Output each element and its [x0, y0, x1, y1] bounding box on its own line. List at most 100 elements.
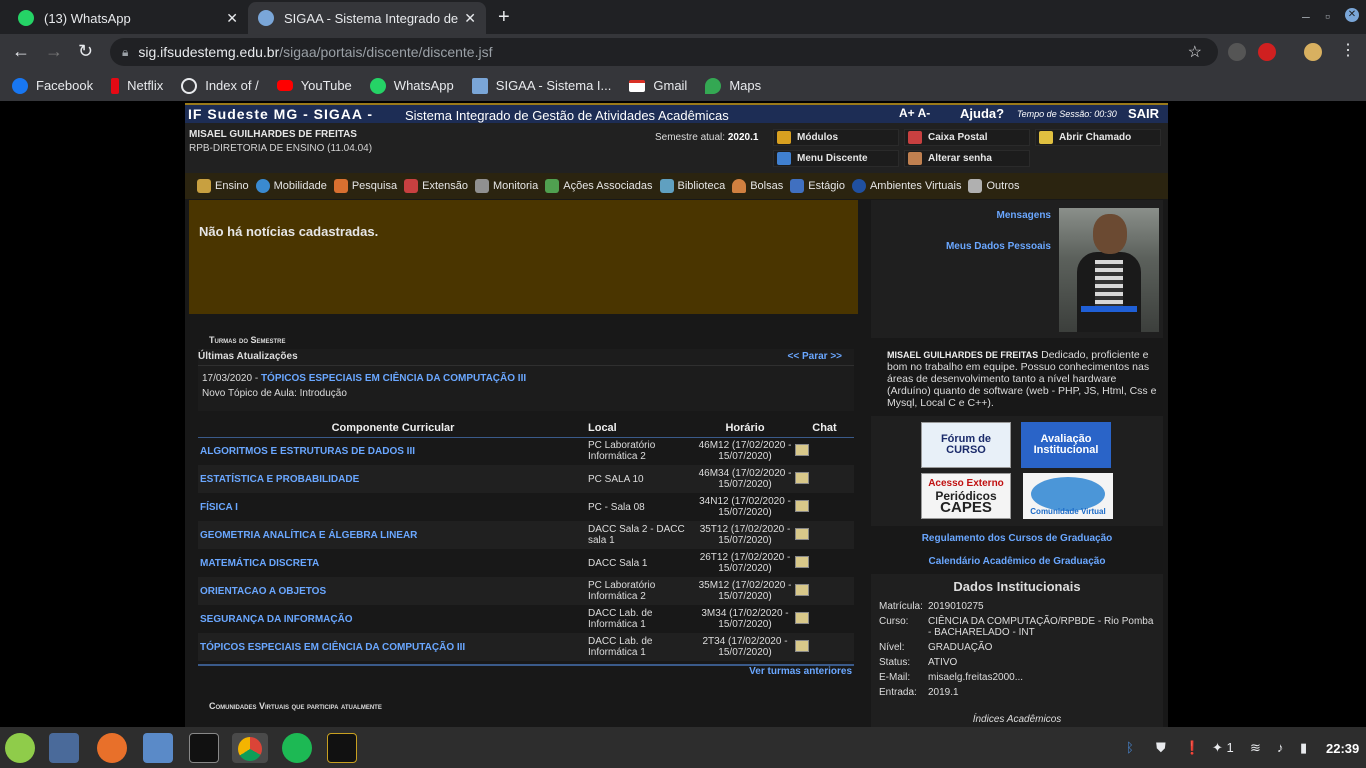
course-location: DACC Lab. de Informática 1 — [588, 608, 653, 630]
font-size-controls[interactable]: A+ A- — [899, 106, 930, 120]
new-tab-button[interactable]: + — [498, 6, 510, 29]
previous-classes-link[interactable]: Ver turmas anteriores — [749, 666, 852, 677]
bookmark-youtube[interactable]: YouTube — [276, 78, 352, 93]
menu-dots-icon[interactable]: ⋮ — [1340, 40, 1358, 59]
info-value: 2019010275 — [928, 601, 984, 612]
session-timer: Tempo de Sessão: 00:30 — [1017, 109, 1117, 119]
mint-menu-icon[interactable] — [5, 733, 35, 763]
files-icon[interactable] — [143, 733, 173, 763]
course-schedule: 35M12 (17/02/2020 - 15/07/2020) — [695, 577, 795, 605]
shield-icon[interactable]: ⛊ — [1156, 740, 1166, 756]
menu-estagio[interactable]: Estágio — [790, 179, 845, 193]
menu-bolsas[interactable]: Bolsas — [732, 179, 783, 193]
menu-label: Monitoria — [492, 180, 539, 192]
button-label: Menu Discente — [797, 153, 868, 164]
personal-data-link[interactable]: Meus Dados Pessoais — [946, 241, 1051, 252]
bookmark-gmail[interactable]: Gmail — [629, 78, 687, 93]
menu-pesquisa[interactable]: Pesquisa — [333, 179, 397, 193]
bookmark-sigaa[interactable]: SIGAA - Sistema I... — [471, 77, 611, 94]
tab-whatsapp[interactable]: (13) WhatsApp ✕ — [8, 2, 248, 34]
column-header: Horário — [695, 420, 795, 438]
course-link[interactable]: GEOMETRIA ANALÍTICA E ÁLGEBRA LINEAR — [198, 521, 588, 549]
bookmark-netflix[interactable]: Netflix — [111, 77, 163, 94]
menu-outros[interactable]: Outros — [968, 179, 1019, 193]
terminal-icon[interactable] — [189, 733, 219, 763]
bookmark-facebook[interactable]: Facebook — [12, 77, 93, 94]
menu-ambientes-virtuais[interactable]: Ambientes Virtuais — [851, 179, 961, 193]
info-value: CIÊNCIA DA COMPUTAÇÃO/RPBDE - Rio Pomba … — [928, 616, 1154, 638]
mailbox-button[interactable]: Caixa Postal — [904, 129, 1030, 146]
close-icon[interactable]: ✕ — [226, 10, 238, 27]
institutional-title: Dados Institucionais — [953, 579, 1081, 594]
course-forum-banner[interactable]: Fórum de CURSO — [921, 422, 1011, 468]
notifications-icon[interactable]: ✦ 1 — [1212, 740, 1234, 756]
bluetooth-icon[interactable]: ᛒ — [1126, 740, 1134, 755]
chat-icon[interactable] — [795, 639, 809, 652]
course-link[interactable]: FÍSICA I — [198, 493, 588, 521]
help-link[interactable]: Ajuda? — [960, 106, 1004, 121]
course-link[interactable]: ORIENTACAO A OBJETOS — [198, 577, 588, 605]
show-desktop-icon[interactable] — [49, 733, 79, 763]
chat-icon[interactable] — [795, 527, 809, 540]
banner-label: Fórum de CURSO — [940, 433, 992, 456]
regulations-link[interactable]: Regulamento dos Cursos de Graduação — [871, 533, 1163, 544]
course-link[interactable]: SEGURANÇA DA INFORMAÇÃO — [198, 605, 588, 633]
restore-icon[interactable]: ▫ — [1325, 8, 1330, 24]
bookmark-label: Index of / — [205, 78, 259, 93]
spotify-icon[interactable] — [282, 733, 312, 763]
institutional-evaluation-banner[interactable]: Avaliação Institucional — [1021, 422, 1111, 468]
menu-monitoria[interactable]: Monitoria — [474, 179, 539, 193]
chat-icon[interactable] — [795, 499, 809, 512]
system-monitor-icon[interactable] — [327, 733, 357, 763]
adblock-icon[interactable] — [1258, 43, 1276, 61]
modules-button[interactable]: Módulos — [773, 129, 899, 146]
chat-icon[interactable] — [795, 443, 809, 456]
chat-icon[interactable] — [795, 611, 809, 624]
bookmark-maps[interactable]: Maps — [705, 77, 761, 94]
menu-extensao[interactable]: Extensão — [404, 179, 468, 193]
profile-avatar-icon[interactable] — [1304, 43, 1322, 61]
extension-icon[interactable] — [1228, 43, 1246, 61]
chrome-taskbar-button[interactable] — [232, 733, 268, 763]
virtual-community-banner[interactable]: Comunidade Virtual — [1023, 473, 1113, 519]
alert-icon[interactable]: ❗ — [1184, 740, 1200, 756]
firefox-icon[interactable] — [97, 733, 127, 763]
system-subtitle: Sistema Integrado de Gestão de Atividade… — [405, 108, 729, 123]
course-link[interactable]: TÓPICOS ESPECIAIS EM CIÊNCIA DA COMPUTAÇ… — [198, 633, 588, 661]
bookmark-star-icon[interactable]: ☆ — [1188, 42, 1202, 62]
stop-ticker-link[interactable]: << Parar >> — [788, 351, 843, 362]
menu-biblioteca[interactable]: Biblioteca — [659, 179, 725, 193]
chat-icon[interactable] — [795, 471, 809, 484]
back-icon[interactable]: ← — [12, 41, 30, 62]
bookmark-index[interactable]: Index of / — [181, 77, 259, 94]
course-link[interactable]: ESTATÍSTICA E PROBABILIDADE — [198, 465, 588, 493]
minimize-icon[interactable]: – — [1302, 8, 1310, 24]
course-link[interactable]: MATEMÁTICA DISCRETA — [198, 549, 588, 577]
open-ticket-button[interactable]: Abrir Chamado — [1035, 129, 1161, 146]
address-bar[interactable]: 🔒︎ sig.ifsudestemg.edu.br/sigaa/portais/… — [110, 38, 1218, 66]
student-menu-button[interactable]: Menu Discente — [773, 150, 899, 167]
battery-icon[interactable]: ▮ — [1300, 740, 1307, 756]
update-course-link[interactable]: TÓPICOS ESPECIAIS EM CIÊNCIA DA COMPUTAÇ… — [261, 373, 526, 384]
menu-label: Ações Associadas — [563, 180, 653, 192]
menu-ensino[interactable]: Ensino — [197, 179, 249, 193]
course-link[interactable]: ALGORITMOS E ESTRUTURAS DE DADOS III — [198, 437, 588, 465]
tab-sigaa[interactable]: SIGAA - Sistema Integrado de ✕ — [248, 2, 486, 34]
volume-icon[interactable]: ♪ — [1277, 740, 1284, 755]
chat-icon[interactable] — [795, 583, 809, 596]
menu-acoes-associadas[interactable]: Ações Associadas — [545, 179, 653, 193]
menu-mobilidade[interactable]: Mobilidade — [255, 179, 327, 193]
capes-journals-banner[interactable]: Acesso Externo Periódicos CAPES — [921, 473, 1011, 519]
logout-link[interactable]: SAIR — [1128, 106, 1159, 121]
calendar-link[interactable]: Calendário Acadêmico de Graduação — [871, 556, 1163, 567]
bookmark-whatsapp[interactable]: WhatsApp — [369, 77, 454, 94]
messages-link[interactable]: Mensagens — [997, 210, 1051, 221]
close-icon[interactable]: ✕ — [464, 10, 476, 27]
change-password-button[interactable]: Alterar senha — [904, 150, 1030, 167]
wifi-icon[interactable]: ≋ — [1250, 740, 1261, 756]
chat-icon[interactable] — [795, 555, 809, 568]
academic-indices-link[interactable]: Índices Acadêmicos — [871, 714, 1163, 725]
forward-icon[interactable]: → — [45, 41, 63, 62]
close-window-icon[interactable]: ✕ — [1345, 8, 1359, 22]
reload-icon[interactable]: ↻ — [78, 41, 93, 62]
